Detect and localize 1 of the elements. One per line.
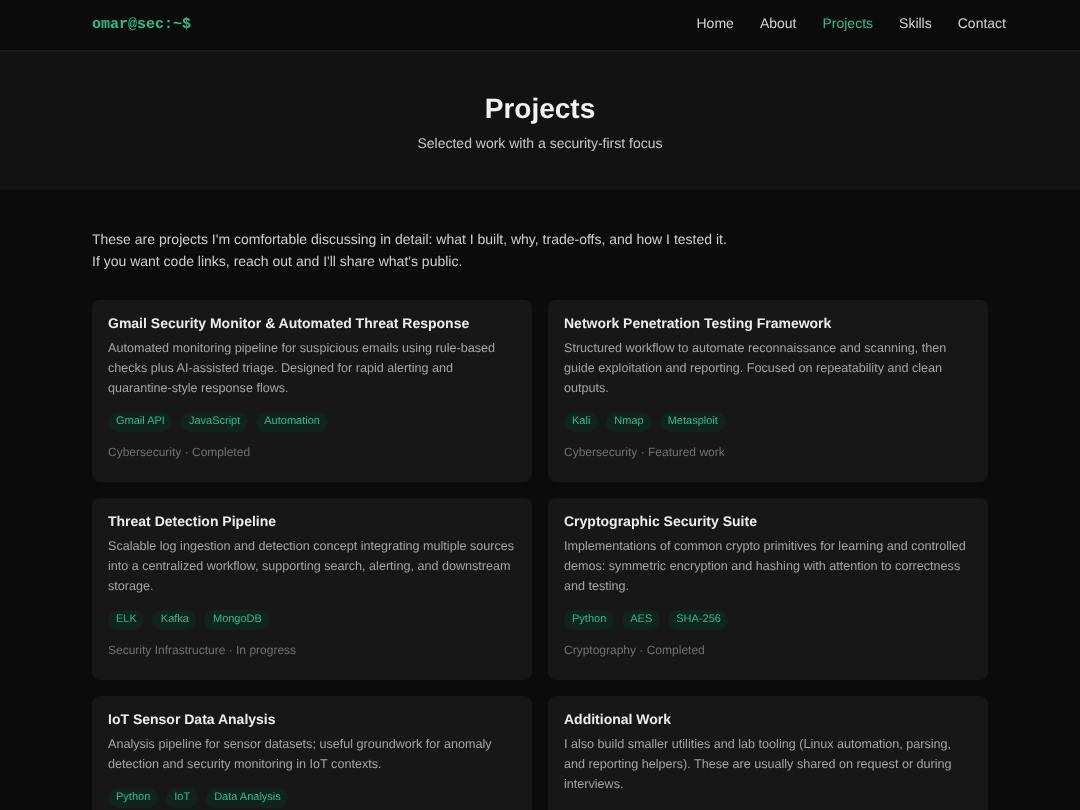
page-title: Projects (484, 91, 596, 123)
